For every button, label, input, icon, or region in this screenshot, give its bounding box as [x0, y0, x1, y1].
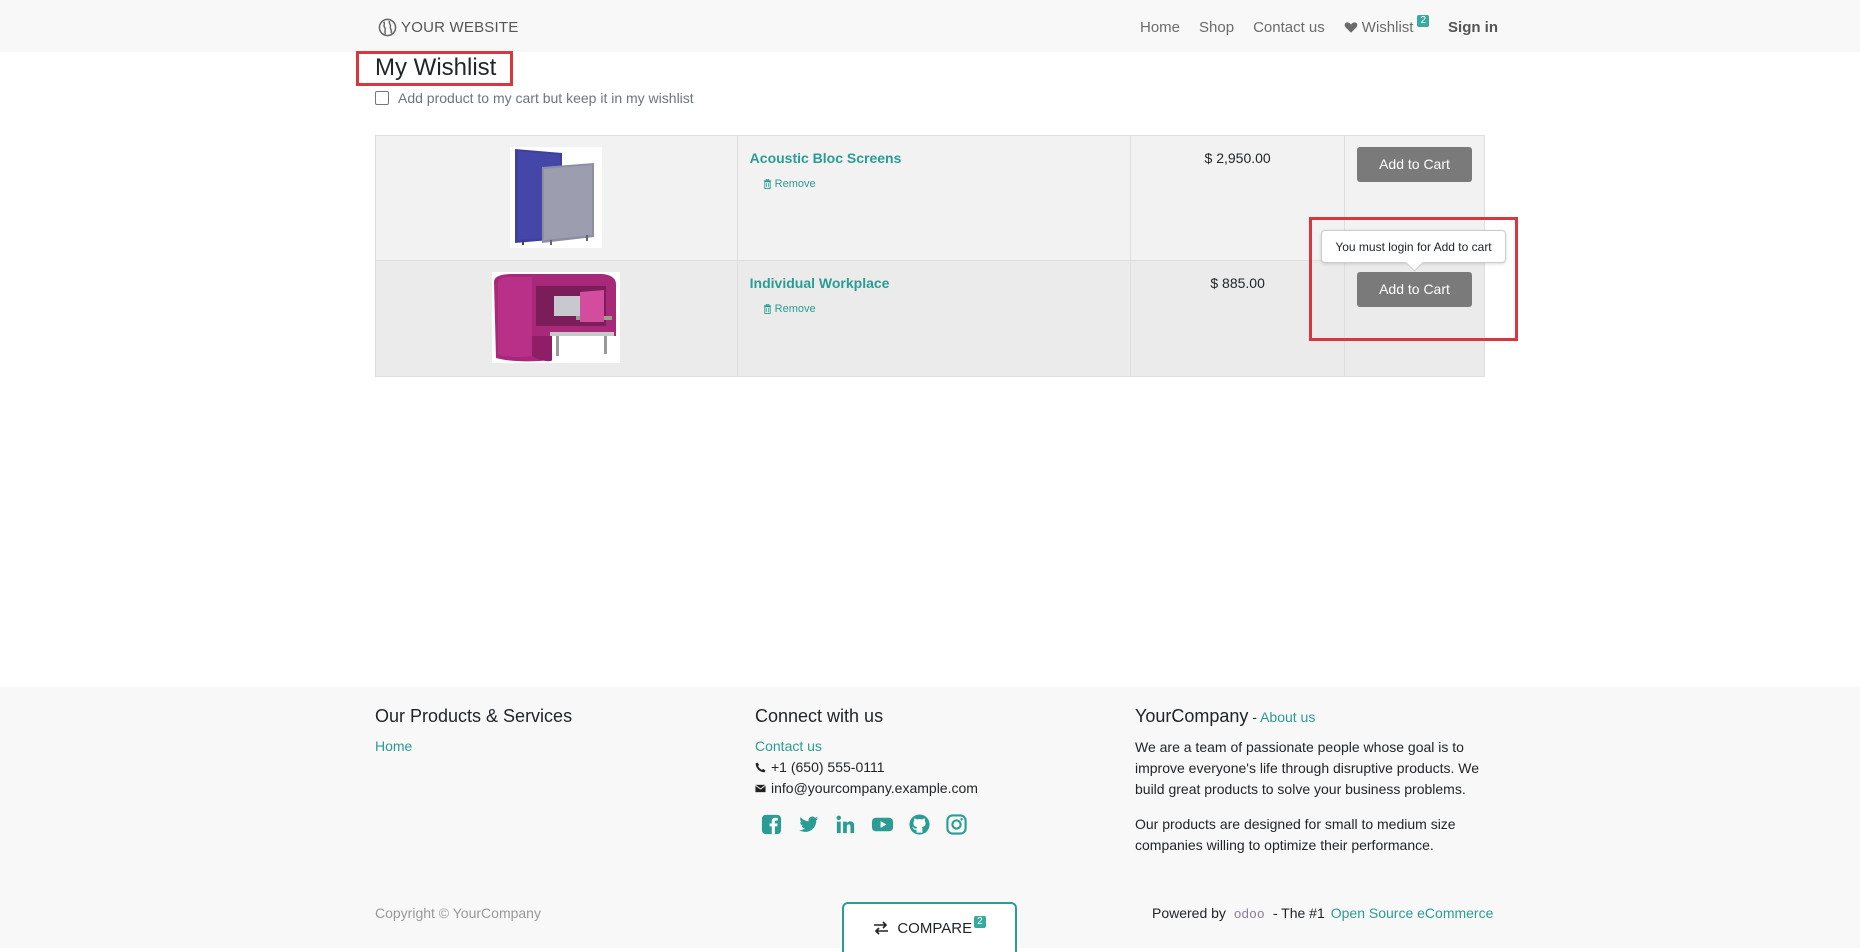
- social-links: [760, 813, 1095, 836]
- product-image-acoustic-bloc-screens[interactable]: [510, 147, 603, 251]
- sign-in-link[interactable]: Sign in: [1448, 19, 1498, 36]
- footer-connect-column: Connect with us Contact us +1 (650) 555-…: [755, 704, 1095, 836]
- product-image-cell: [375, 135, 738, 261]
- phone-icon: [755, 762, 766, 773]
- footer-about-column: YourCompany - About us We are a team of …: [1135, 704, 1485, 870]
- nav-wishlist[interactable]: Wishlist 2: [1344, 15, 1430, 36]
- powered-by-label: Powered by: [1152, 905, 1226, 921]
- globe-icon: [378, 18, 397, 36]
- footer-home-link[interactable]: Home: [375, 738, 412, 754]
- remove-link[interactable]: Remove: [763, 178, 1131, 190]
- brand-name: YOUR WEBSITE: [401, 18, 519, 36]
- top-navbar: YOUR WEBSITE Home Shop Contact us Wishli…: [0, 0, 1860, 52]
- copyright-text: Copyright © YourCompany: [375, 905, 541, 921]
- login-required-tooltip: You must login for Add to cart: [1321, 230, 1506, 272]
- connect-heading: Connect with us: [755, 706, 884, 726]
- email-address: info@yourcompany.example.com: [771, 780, 978, 796]
- youtube-icon[interactable]: [871, 813, 894, 836]
- powered-by: Powered by odoo - The #1 Open Source eCo…: [1152, 905, 1493, 921]
- remove-label: Remove: [774, 178, 816, 190]
- odoo-logo[interactable]: odoo: [1234, 906, 1265, 921]
- email-line: info@yourcompany.example.com: [755, 778, 1095, 799]
- main-nav: Home Shop Contact us Wishlist 2 Sign in: [1140, 15, 1498, 38]
- keep-in-wishlist-label: Add product to my cart but keep it in my…: [398, 90, 694, 106]
- company-separator: -: [1248, 709, 1261, 725]
- company-name: YourCompany: [1135, 706, 1249, 726]
- about-paragraph-2: Our products are designed for small to m…: [1135, 816, 1456, 853]
- wishlist-label: Wishlist: [1361, 18, 1414, 36]
- nav-home[interactable]: Home: [1140, 19, 1180, 36]
- linkedin-icon[interactable]: [834, 813, 857, 836]
- compare-count-badge: 2: [974, 916, 986, 928]
- about-us-link[interactable]: About us: [1260, 709, 1315, 725]
- add-to-cart-button[interactable]: Add to Cart: [1357, 147, 1472, 182]
- instagram-icon[interactable]: [945, 813, 968, 836]
- about-paragraph-1: We are a team of passionate people whose…: [1135, 739, 1480, 797]
- compare-label: COMPARE: [897, 919, 973, 937]
- trash-icon: [763, 179, 771, 189]
- product-name-cell: Acoustic Bloc Screens Remove: [736, 135, 1132, 261]
- remove-label: Remove: [774, 303, 816, 315]
- compare-button[interactable]: COMPARE 2: [842, 902, 1017, 952]
- envelope-icon: [755, 784, 766, 793]
- nav-shop[interactable]: Shop: [1199, 19, 1234, 36]
- keep-in-wishlist-option[interactable]: Add product to my cart but keep it in my…: [375, 90, 694, 106]
- product-price: $ 2,950.00: [1204, 150, 1271, 166]
- product-link[interactable]: Individual Workplace: [750, 275, 1131, 291]
- footer-products-column: Our Products & Services Home: [375, 704, 715, 757]
- facebook-icon[interactable]: [760, 813, 783, 836]
- tooltip-text: You must login for Add to cart: [1335, 240, 1492, 254]
- product-image-individual-workplace[interactable]: [492, 272, 621, 366]
- products-heading: Our Products & Services: [375, 706, 573, 726]
- product-image-cell: [375, 260, 738, 377]
- brand-logo[interactable]: YOUR WEBSITE: [378, 16, 518, 38]
- wishlist-count-badge: 2: [1417, 15, 1430, 27]
- phone-line: +1 (650) 555-0111: [755, 757, 1095, 778]
- open-source-ecommerce-link[interactable]: Open Source eCommerce: [1331, 905, 1494, 921]
- remove-link[interactable]: Remove: [763, 303, 1131, 315]
- page-title: My Wishlist: [375, 54, 497, 81]
- twitter-icon[interactable]: [797, 813, 820, 836]
- heart-icon: [1344, 21, 1358, 33]
- phone-number: +1 (650) 555-0111: [771, 759, 885, 775]
- keep-in-wishlist-checkbox[interactable]: [375, 91, 389, 105]
- powered-by-suffix: - The #1: [1272, 905, 1325, 921]
- footer-contact-link[interactable]: Contact us: [755, 738, 822, 754]
- github-icon[interactable]: [908, 813, 931, 836]
- product-name-cell: Individual Workplace Remove: [736, 260, 1132, 377]
- company-heading: YourCompany - About us: [1135, 704, 1485, 729]
- nav-contact[interactable]: Contact us: [1253, 19, 1325, 36]
- product-link[interactable]: Acoustic Bloc Screens: [750, 150, 1131, 166]
- exchange-icon: [874, 921, 889, 935]
- trash-icon: [763, 304, 771, 314]
